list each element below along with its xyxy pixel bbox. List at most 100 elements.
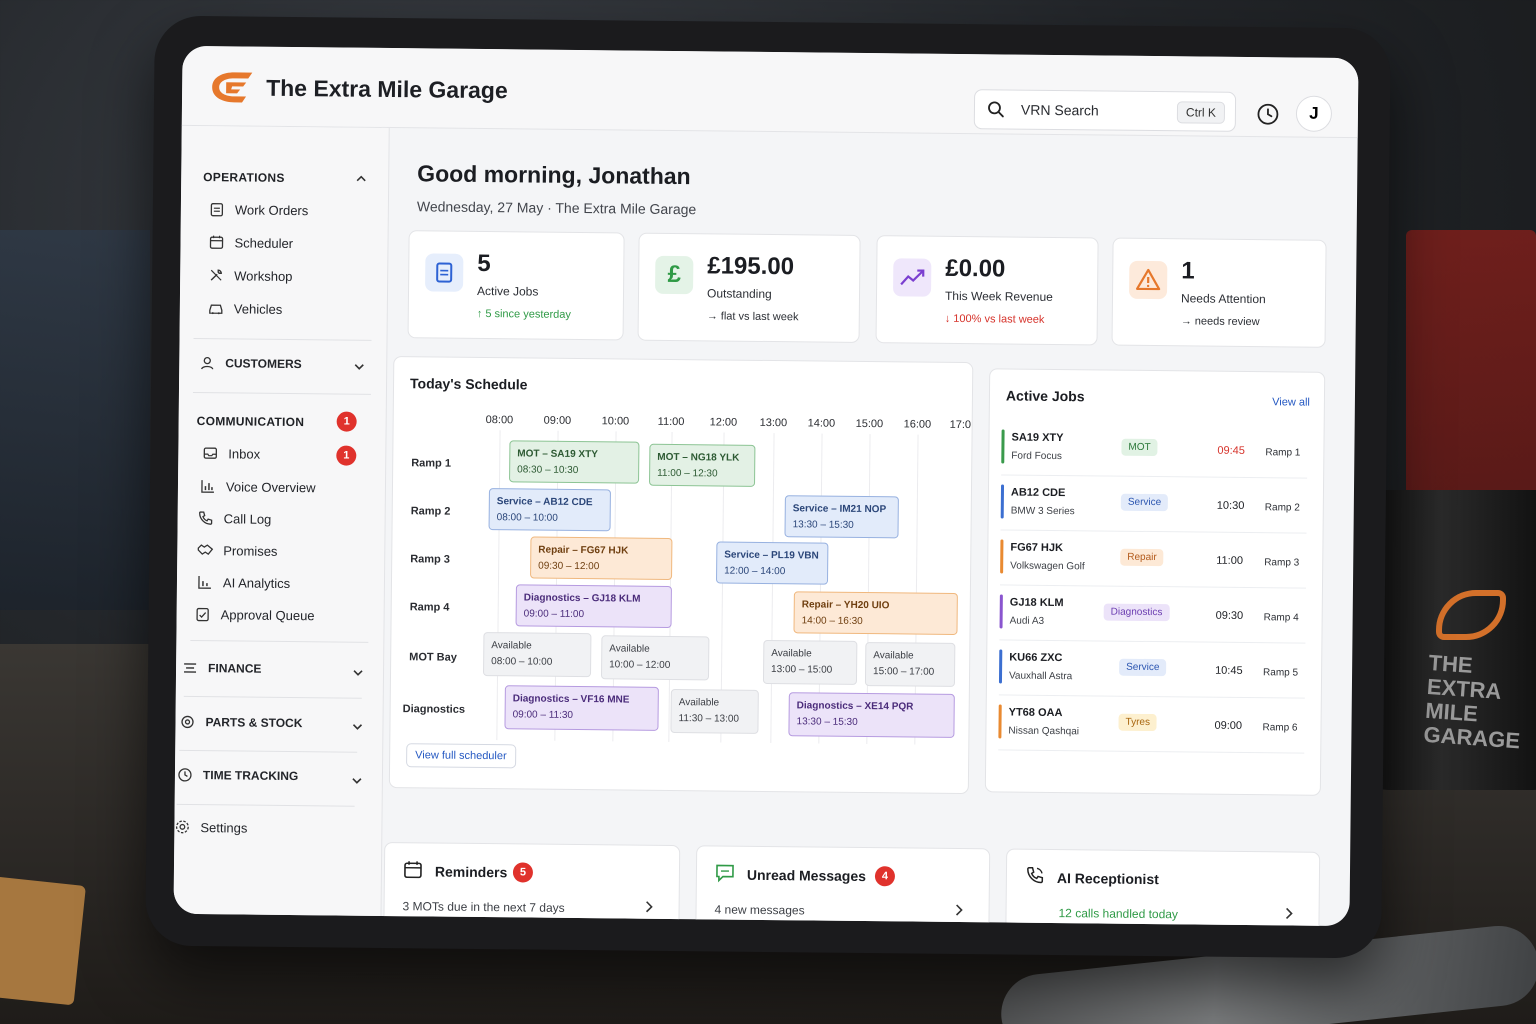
sidebar-section-parts-stock[interactable]: PARTS & STOCK xyxy=(179,711,302,734)
sidebar-item-settings[interactable]: Settings xyxy=(174,816,247,839)
job-ramp: Ramp 1 xyxy=(1265,447,1301,459)
availability-block[interactable]: Available 15:00 – 17:00 xyxy=(864,642,956,687)
ramp-label: Ramp 2 xyxy=(410,505,451,518)
chevron-right-icon[interactable] xyxy=(1282,906,1294,920)
todays-schedule-card: Today's Schedule 08:00 09:00 10:00 11:00… xyxy=(388,356,974,795)
availability-block[interactable]: Available 10:00 – 12:00 xyxy=(600,635,710,681)
time-label: 14:00 xyxy=(807,417,836,430)
stat-value: 5 xyxy=(477,249,491,278)
job-ramp: Ramp 3 xyxy=(1264,557,1300,569)
sidebar-section-label: PARTS & STOCK xyxy=(205,715,303,731)
job-status-bar xyxy=(998,704,1002,739)
time-label: 09:00 xyxy=(543,414,572,427)
time-label: 13:00 xyxy=(759,416,788,430)
view-full-scheduler-button[interactable]: View full scheduler xyxy=(406,743,516,769)
job-row[interactable]: AB12 CDE BMW 3 Series Service 10:30 Ramp… xyxy=(1000,476,1308,534)
job-row[interactable]: KU66 ZXC Vauxhall Astra Service 10:45 Ra… xyxy=(998,641,1306,699)
sidebar-item-workshop[interactable]: Workshop xyxy=(208,264,293,287)
chevron-down-icon[interactable] xyxy=(352,722,363,732)
job-row[interactable]: FG67 HJK Volkswagen Golf Repair 11:00 Ra… xyxy=(999,531,1307,589)
booking-block[interactable]: Repair – FG67 HJK 09:30 – 12:00 xyxy=(530,536,673,580)
chevron-down-icon[interactable] xyxy=(354,362,364,372)
availability-block[interactable]: Available 11:30 – 13:00 xyxy=(670,688,759,734)
ramp-label: Ramp 4 xyxy=(409,601,450,614)
sidebar-item-voice-overview[interactable]: Voice Overview xyxy=(200,475,316,498)
calendar-icon xyxy=(404,861,422,879)
ramp-label: Ramp 1 xyxy=(411,457,452,470)
stat-card-outstanding[interactable]: £ £195.00 Outstanding → flat vs last wee… xyxy=(637,232,861,343)
job-type-badge: Diagnostics xyxy=(1103,603,1170,622)
sidebar-section-operations[interactable]: OPERATIONS xyxy=(203,170,285,185)
chevron-down-icon[interactable] xyxy=(353,668,363,678)
vrn-search-input[interactable]: VRN Search Ctrl K xyxy=(973,89,1237,132)
booking-block[interactable]: Diagnostics – GJ18 KLM 09:00 – 11:00 xyxy=(515,584,672,628)
booking-block[interactable]: Repair – YH20 UIO 14:00 – 16:30 xyxy=(793,591,958,635)
availability-block[interactable]: Available 08:00 – 10:00 xyxy=(483,632,592,678)
time-label: 16:00 xyxy=(903,418,932,431)
job-vehicle: BMW 3 Series xyxy=(1010,505,1075,518)
sidebar-section-time-tracking[interactable]: TIME TRACKING xyxy=(177,764,299,787)
booking-block[interactable]: Diagnostics – VF16 MNE 09:00 – 11:30 xyxy=(504,685,659,731)
sidebar-item-scheduler[interactable]: Scheduler xyxy=(208,231,293,254)
sidebar-item-call-log[interactable]: Call Log xyxy=(198,507,272,530)
booking-block[interactable]: Service – PL19 VBN 12:00 – 14:00 xyxy=(715,541,829,585)
communication-badge: 1 xyxy=(336,411,357,432)
sidebar-item-approval-queue[interactable]: Approval Queue xyxy=(195,603,315,626)
sidebar-item-work-orders[interactable]: Work Orders xyxy=(209,198,309,221)
booking-time: 11:30 – 13:00 xyxy=(678,713,740,725)
car-icon xyxy=(209,304,223,315)
booking-time: 08:30 – 10:30 xyxy=(517,464,579,477)
time-label: 12:00 xyxy=(709,416,738,429)
sidebar-item-vehicles[interactable]: Vehicles xyxy=(208,297,283,320)
booking-block[interactable]: Service – IM21 NOP 13:30 – 15:30 xyxy=(784,495,899,539)
sidebar-item-label: Approval Queue xyxy=(220,606,315,623)
reminders-card[interactable]: Reminders 5 3 MOTs due in the next 7 day… xyxy=(383,842,681,927)
job-status-bar xyxy=(1000,539,1004,574)
grid-line xyxy=(496,430,501,741)
stat-label: Active Jobs xyxy=(476,283,539,299)
chevron-right-icon[interactable] xyxy=(643,900,655,914)
ai-receptionist-card[interactable]: AI Receptionist 12 calls handled today xyxy=(1005,848,1321,927)
booking-title: Available xyxy=(609,643,650,655)
history-clock-icon[interactable] xyxy=(1256,102,1280,126)
stat-card-needs-attention[interactable]: 1 Needs Attention → needs review xyxy=(1111,237,1327,348)
booking-block[interactable]: Diagnostics – XE14 PQR 13:30 – 15:30 xyxy=(788,692,955,738)
unread-messages-card[interactable]: Unread Messages 4 4 new messages xyxy=(695,845,991,927)
stat-card-active-jobs[interactable]: 5 Active Jobs ↑ 5 since yesterday xyxy=(407,230,625,341)
stat-value: £0.00 xyxy=(945,254,1006,283)
sidebar-item-inbox[interactable]: Inbox xyxy=(202,442,260,465)
job-row[interactable]: YT68 OAA Nissan Qashqai Tyres 09:00 Ramp… xyxy=(998,696,1305,754)
chevron-right-icon[interactable] xyxy=(953,903,965,917)
sidebar-section-communication[interactable]: COMMUNICATION xyxy=(197,414,305,429)
booking-block[interactable]: Service – AB12 CDE 08:00 – 10:00 xyxy=(488,488,611,532)
chevron-down-icon[interactable] xyxy=(352,776,362,786)
job-registration: GJ18 KLM xyxy=(1009,596,1064,610)
job-type-badge: Repair xyxy=(1120,548,1164,567)
job-row[interactable]: GJ18 KLM Audi A3 Diagnostics 09:30 Ramp … xyxy=(999,586,1306,644)
schedule-title: Today's Schedule xyxy=(409,375,528,393)
messages-title: Unread Messages xyxy=(746,866,867,885)
booking-block[interactable]: MOT – NG18 YLK 11:00 – 12:30 xyxy=(649,443,756,487)
sidebar-item-label: Vehicles xyxy=(233,300,283,317)
job-type-badge: MOT xyxy=(1121,438,1158,457)
chevron-up-icon[interactable] xyxy=(356,174,366,184)
receptionist-summary: 12 calls handled today xyxy=(1058,906,1179,922)
sidebar-item-label: Call Log xyxy=(223,510,272,527)
sidebar-item-ai-analytics[interactable]: AI Analytics xyxy=(197,571,290,594)
stat-card-weekly-revenue[interactable]: £0.00 This Week Revenue ↓ 100% vs last w… xyxy=(875,235,1099,346)
time-label: 11:00 xyxy=(657,415,685,429)
sidebar-section-finance[interactable]: FINANCE xyxy=(182,657,262,680)
availability-block[interactable]: Available 13:00 – 15:00 xyxy=(762,639,858,685)
sidebar-divider xyxy=(179,749,358,753)
job-vehicle: Nissan Qashqai xyxy=(1008,725,1080,738)
stat-trend: → flat vs last week xyxy=(706,310,799,324)
job-row[interactable]: SA19 XTY Ford Focus MOT 09:45 Ramp 1 xyxy=(1001,421,1308,479)
booking-time: 08:00 – 10:00 xyxy=(496,512,558,524)
booking-block[interactable]: MOT – SA19 XTY 08:30 – 10:30 xyxy=(509,440,640,484)
sidebar-item-promises[interactable]: Promises xyxy=(197,539,278,562)
user-avatar[interactable]: J xyxy=(1295,95,1333,132)
sidebar-section-label: TIME TRACKING xyxy=(202,768,299,784)
sidebar-section-customers[interactable]: CUSTOMERS xyxy=(199,352,302,375)
job-time: 09:45 xyxy=(1217,444,1245,457)
view-all-link[interactable]: View all xyxy=(1272,396,1310,408)
